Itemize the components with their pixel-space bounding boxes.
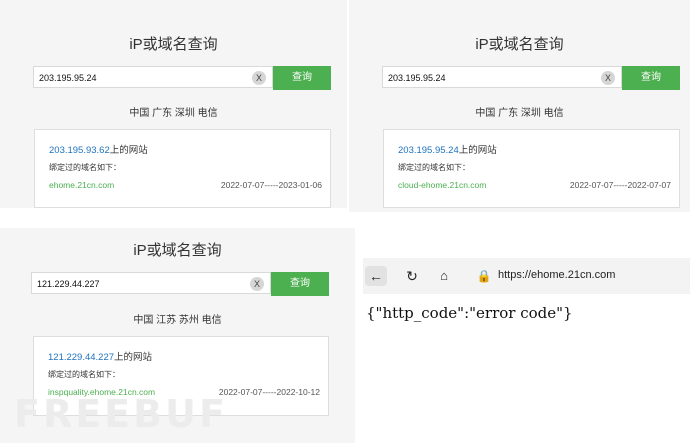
- panel-title: iP或域名查询: [129, 36, 218, 53]
- search-button[interactable]: 查询: [271, 272, 329, 296]
- search-button[interactable]: 查询: [273, 66, 331, 90]
- search-button[interactable]: 查询: [622, 66, 680, 90]
- result-card: 203.195.95.24上的网站 绑定过的域名如下： cloud-ehome.…: [383, 129, 680, 208]
- back-arrow-icon[interactable]: ←: [365, 266, 387, 286]
- browser-window: ← ↻ ⌂ 🔒 https://ehome.21cn.com {"http_co…: [363, 258, 690, 390]
- clear-icon[interactable]: X: [601, 71, 615, 85]
- ip-lookup-panel-2: iP或域名查询 203.195.95.24 X 查询 中国 广东 深圳 电信 2…: [349, 0, 690, 212]
- search-bar: 203.195.95.24 X 查询: [33, 66, 331, 90]
- search-bar: 203.195.95.24 X 查询: [382, 66, 680, 90]
- result-ip-link[interactable]: 203.195.95.24: [398, 145, 459, 156]
- location-text: 中国 广东 深圳 电信: [129, 108, 218, 119]
- domain-link[interactable]: ehome.21cn.com: [49, 180, 114, 190]
- bound-domains-label: 绑定过的域名如下：: [398, 163, 470, 172]
- ip-lookup-panel-1: iP或域名查询 203.195.95.24 X 查询 中国 广东 深圳 电信 2…: [0, 0, 347, 208]
- search-input[interactable]: 203.195.95.24: [382, 66, 622, 88]
- clear-icon[interactable]: X: [250, 277, 264, 291]
- result-heading: 203.195.95.24上的网站: [398, 142, 497, 156]
- browser-toolbar: ← ↻ ⌂ 🔒 https://ehome.21cn.com: [363, 258, 690, 294]
- result-ip-link[interactable]: 121.229.44.227: [48, 352, 114, 363]
- result-card: 203.195.93.62上的网站 绑定过的域名如下： ehome.21cn.c…: [34, 129, 331, 208]
- panel-title: iP或域名查询: [133, 242, 222, 259]
- location-text: 中国 江苏 苏州 电信: [133, 315, 222, 326]
- response-body: {"http_code":"error code"}: [366, 304, 573, 322]
- date-range: 2022-07-07-----2023-01-06: [220, 180, 322, 190]
- clear-icon[interactable]: X: [252, 71, 266, 85]
- lock-icon[interactable]: 🔒: [473, 266, 495, 286]
- result-heading: 203.195.93.62上的网站: [49, 142, 148, 156]
- date-range: 2022-07-07-----2022-10-12: [218, 387, 320, 397]
- domain-link[interactable]: cloud-ehome.21cn.com: [398, 180, 486, 190]
- search-input[interactable]: 121.229.44.227: [31, 272, 271, 294]
- location-text: 中国 广东 深圳 电信: [475, 108, 564, 119]
- result-ip-link[interactable]: 203.195.93.62: [49, 145, 110, 156]
- bound-domains-label: 绑定过的域名如下：: [48, 370, 120, 379]
- date-range: 2022-07-07-----2022-07-07: [569, 180, 671, 190]
- result-ip-suffix: 上的网站: [114, 352, 153, 363]
- home-icon[interactable]: ⌂: [433, 266, 455, 286]
- address-bar-url[interactable]: https://ehome.21cn.com: [498, 269, 615, 281]
- result-ip-suffix: 上的网站: [458, 145, 497, 156]
- panel-title: iP或域名查询: [475, 36, 564, 53]
- result-heading: 121.229.44.227上的网站: [48, 349, 152, 363]
- freebuf-watermark: FREEBUF: [14, 392, 228, 436]
- reload-icon[interactable]: ↻: [401, 266, 423, 286]
- bound-domains-label: 绑定过的域名如下：: [49, 163, 121, 172]
- search-bar: 121.229.44.227 X 查询: [31, 272, 329, 296]
- search-input[interactable]: 203.195.95.24: [33, 66, 273, 88]
- result-ip-suffix: 上的网站: [109, 145, 148, 156]
